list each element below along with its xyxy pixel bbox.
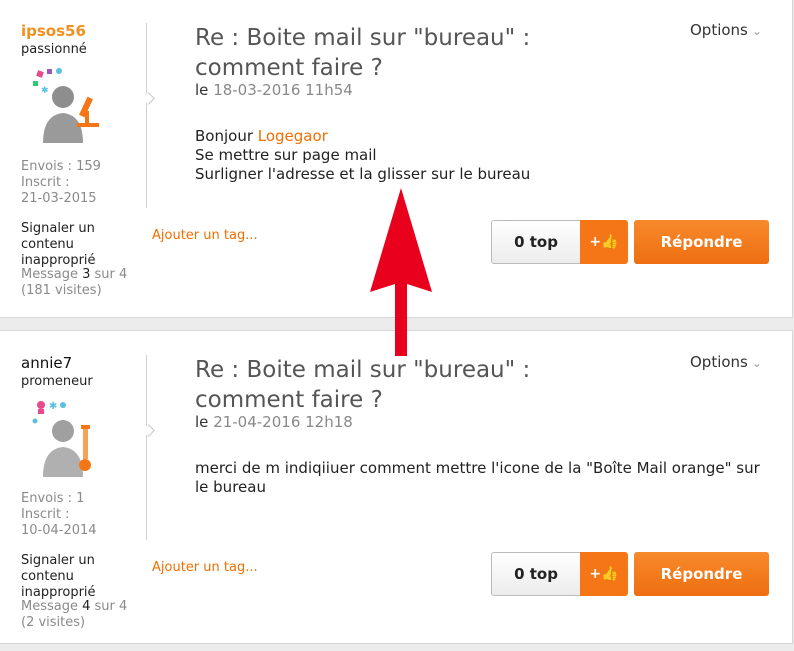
author-rank: promeneur [21,374,93,389]
author-rank: passionné [21,42,87,57]
message-info: Message 3 sur 4 (181 visites) [21,267,128,298]
top-vote: 0 top +👍 [491,220,628,264]
divider [146,23,147,208]
author-username[interactable]: annie7 [21,354,72,372]
top-count: 0 top [491,220,581,264]
message-info: Message 4 sur 4 (2 visites) [21,599,128,630]
chevron-right-icon [142,92,155,105]
author-stats: Envois : 1 Inscrit : 10-04-2014 [21,491,97,538]
post-date: le 21-04-2016 12h18 [195,413,353,431]
avatar-scientist-icon[interactable]: ✱ [29,67,105,149]
thumbs-up-button[interactable]: +👍 [580,552,628,596]
svg-text:✱: ✱ [41,86,49,96]
avatar-scientist-icon[interactable]: ✱ [29,399,105,481]
options-dropdown[interactable]: Options ⌄ [690,21,762,39]
red-arrow-annotation-icon [370,188,432,356]
post-date: le 18-03-2016 11h54 [195,81,353,99]
report-link[interactable]: Signaler un contenu inapproprié [21,221,141,269]
options-dropdown[interactable]: Options ⌄ [690,353,762,371]
thumbs-up-button[interactable]: +👍 [580,220,628,264]
reply-button[interactable]: Répondre [634,552,769,596]
chevron-down-icon: ⌄ [751,356,762,370]
post-title: Re : Boite mail sur "bureau" : comment f… [195,25,531,81]
report-link[interactable]: Signaler un contenu inapproprié [21,553,141,601]
chevron-down-icon: ⌄ [751,24,762,38]
top-count: 0 top [491,552,581,596]
svg-text:✱: ✱ [49,401,57,412]
author-username[interactable]: ipsos56 [21,22,86,40]
post-4: annie7 promeneur ✱ Envois : 1 Inscrit : … [0,330,793,644]
post-title: Re : Boite mail sur "bureau" : comment f… [195,357,531,413]
divider [146,355,147,540]
reply-button[interactable]: Répondre [634,220,769,264]
top-vote: 0 top +👍 [491,552,628,596]
author-stats: Envois : 159 Inscrit : 21-03-2015 [21,159,101,206]
post-body: merci de m indiqiiuer comment mettre l'i… [195,459,760,496]
chevron-right-icon [142,424,155,437]
user-mention-link[interactable]: Logegaor [258,127,328,145]
add-tag-link[interactable]: Ajouter un tag... [152,560,258,575]
add-tag-link[interactable]: Ajouter un tag... [152,228,258,243]
post-body: Bonjour Logegaor Se mettre sur page mail… [195,127,531,183]
